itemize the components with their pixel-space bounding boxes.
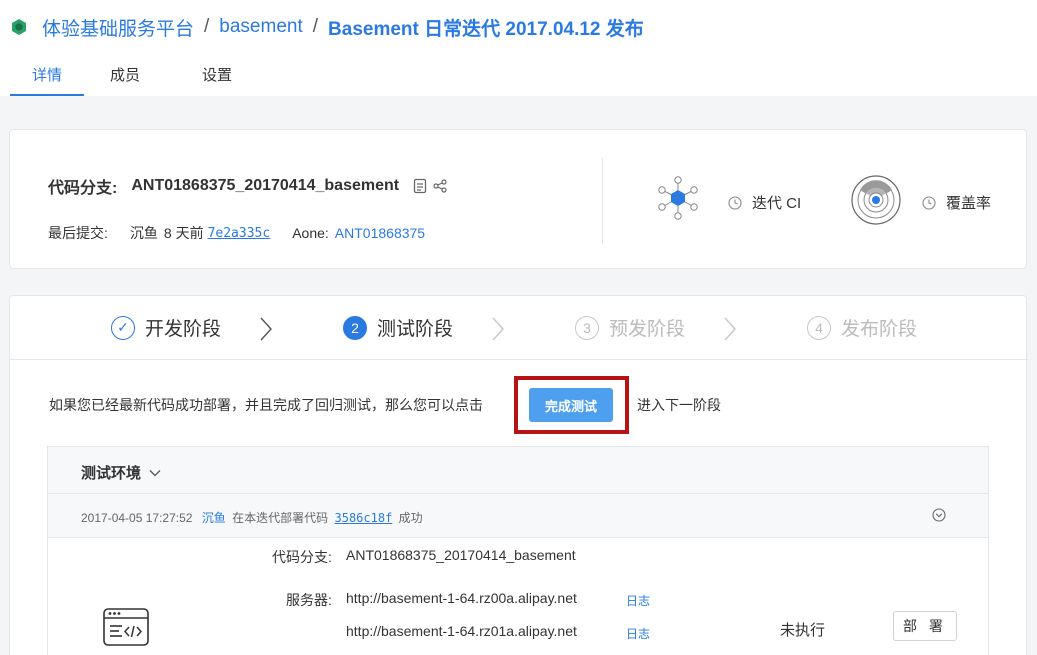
deploy-record-row: 2017-04-05 17:27:52 沉鱼 在本迭代部署代码 3586c18f… bbox=[48, 494, 988, 538]
clock-icon bbox=[922, 195, 936, 210]
breadcrumb-separator: / bbox=[312, 16, 319, 37]
server-log-link[interactable]: 日志 bbox=[626, 625, 650, 642]
chevron-right-icon bbox=[260, 317, 272, 341]
breadcrumb-platform-link[interactable]: 体验基础服务平台 bbox=[42, 14, 194, 41]
commit-author: 沉鱼 bbox=[129, 225, 158, 241]
last-commit-label: 最后提交: bbox=[48, 225, 108, 241]
page-header: 体验基础服务平台 / basement / Basement 日常迭代 2017… bbox=[0, 0, 1037, 96]
coverage-radar-icon[interactable] bbox=[850, 174, 902, 226]
expand-circle-icon[interactable] bbox=[932, 508, 946, 522]
branch-label: 代码分支: bbox=[48, 180, 118, 197]
step-label: 开发阶段 bbox=[145, 319, 222, 340]
breadcrumb-repo-link[interactable]: basement bbox=[219, 16, 302, 38]
deploy-status: 未执行 bbox=[780, 622, 826, 639]
step-staging[interactable]: 3 预发阶段 bbox=[575, 314, 685, 341]
ci-label: 迭代 CI bbox=[752, 195, 802, 212]
stage-stepper: ✓ 开发阶段 2 测试阶段 3 预发阶段 4 发布阶段 bbox=[10, 296, 1028, 360]
instruction-text: 如果您已经最新代码成功部署，并且完成了回归测试，那么您可以点击 bbox=[49, 397, 483, 413]
server-url: http://basement-1-64.rz01a.alipay.net bbox=[346, 623, 577, 639]
tab-details[interactable]: 详情 bbox=[10, 66, 85, 96]
finish-testing-button[interactable]: 完成测试 bbox=[529, 388, 613, 422]
server-log-link[interactable]: 日志 bbox=[626, 592, 650, 609]
step-check-icon: ✓ bbox=[111, 315, 135, 340]
step-testing[interactable]: 2 测试阶段 bbox=[343, 314, 453, 341]
last-commit-row: 最后提交: 沉鱼 8 天前 7e2a335c Aone: ANT01868375 bbox=[48, 223, 425, 243]
step-development[interactable]: ✓ 开发阶段 bbox=[111, 314, 221, 341]
step-label: 预发阶段 bbox=[609, 319, 686, 340]
deploy-time: 2017-04-05 17:27:52 bbox=[81, 511, 193, 525]
chevron-right-icon bbox=[724, 317, 736, 341]
share-icon[interactable] bbox=[433, 178, 447, 194]
deploy-result: 成功 bbox=[398, 511, 423, 525]
environment-dropdown[interactable]: 测试环境 bbox=[81, 462, 161, 483]
detail-branch-label: 代码分支: bbox=[272, 549, 332, 565]
ci-network-icon[interactable] bbox=[655, 174, 701, 222]
branch-title: 代码分支: ANT01868375_20170414_basement bbox=[48, 174, 447, 198]
commit-hash-link[interactable]: 7e2a335c bbox=[208, 226, 271, 241]
deploy-action-text: 在本迭代部署代码 bbox=[232, 511, 329, 525]
step-release[interactable]: 4 发布阶段 bbox=[807, 314, 917, 341]
step-number-badge: 4 bbox=[807, 315, 831, 340]
breadcrumb-separator: / bbox=[204, 16, 210, 37]
aone-label: Aone: bbox=[292, 225, 329, 241]
aone-id-link[interactable]: ANT01868375 bbox=[335, 225, 425, 241]
chevron-down-icon bbox=[149, 469, 161, 476]
step-number-badge: 2 bbox=[343, 315, 367, 340]
commit-time: 8 天前 bbox=[163, 225, 204, 241]
breadcrumb: 体验基础服务平台 / basement / Basement 日常迭代 2017… bbox=[10, 14, 644, 40]
tab-bar: 详情 成员 设置 bbox=[10, 66, 254, 96]
server-url: http://basement-1-64.rz00a.alipay.net bbox=[346, 590, 577, 606]
tab-members[interactable]: 成员 bbox=[84, 66, 162, 96]
chevron-right-icon bbox=[492, 317, 504, 341]
coverage-metric[interactable]: 覆盖率 bbox=[922, 192, 991, 213]
test-environment-panel: 测试环境 2017-04-05 17:27:52 沉鱼 在本迭代部署代码 358… bbox=[47, 446, 989, 655]
release-stage-card: ✓ 开发阶段 2 测试阶段 3 预发阶段 4 发布阶段 如果您已经最新代码成功部… bbox=[9, 295, 1028, 655]
environment-header: 测试环境 bbox=[48, 447, 988, 494]
step-label: 发布阶段 bbox=[841, 319, 918, 340]
ci-metric[interactable]: 迭代 CI bbox=[728, 192, 801, 213]
detail-branch-value: ANT01868375_20170414_basement bbox=[346, 547, 576, 563]
instruction-suffix: 进入下一阶段 bbox=[637, 397, 721, 413]
copy-document-icon[interactable] bbox=[413, 178, 427, 194]
environment-title: 测试环境 bbox=[81, 465, 142, 482]
vertical-divider bbox=[602, 158, 603, 244]
deploy-user-link[interactable]: 沉鱼 bbox=[202, 511, 226, 525]
deploy-record-text: 2017-04-05 17:27:52 沉鱼 在本迭代部署代码 3586c18f… bbox=[81, 509, 423, 526]
branch-name: ANT01868375_20170414_basement bbox=[131, 177, 400, 194]
deploy-button[interactable]: 部 署 bbox=[893, 611, 957, 641]
tab-settings[interactable]: 设置 bbox=[162, 66, 254, 96]
platform-logo-icon bbox=[12, 19, 26, 35]
clock-icon bbox=[728, 195, 742, 210]
step-label: 测试阶段 bbox=[377, 319, 454, 340]
step-number-badge: 3 bbox=[575, 315, 599, 340]
deploy-hash-link[interactable]: 3586c18f bbox=[335, 511, 393, 525]
breadcrumb-release-title: Basement 日常迭代 2017.04.12 发布 bbox=[328, 18, 644, 40]
code-window-icon bbox=[103, 608, 149, 646]
coverage-label: 覆盖率 bbox=[946, 195, 992, 212]
detail-server-label: 服务器: bbox=[286, 592, 332, 608]
branch-info-card: 代码分支: ANT01868375_20170414_basement 最后提交… bbox=[9, 129, 1027, 269]
